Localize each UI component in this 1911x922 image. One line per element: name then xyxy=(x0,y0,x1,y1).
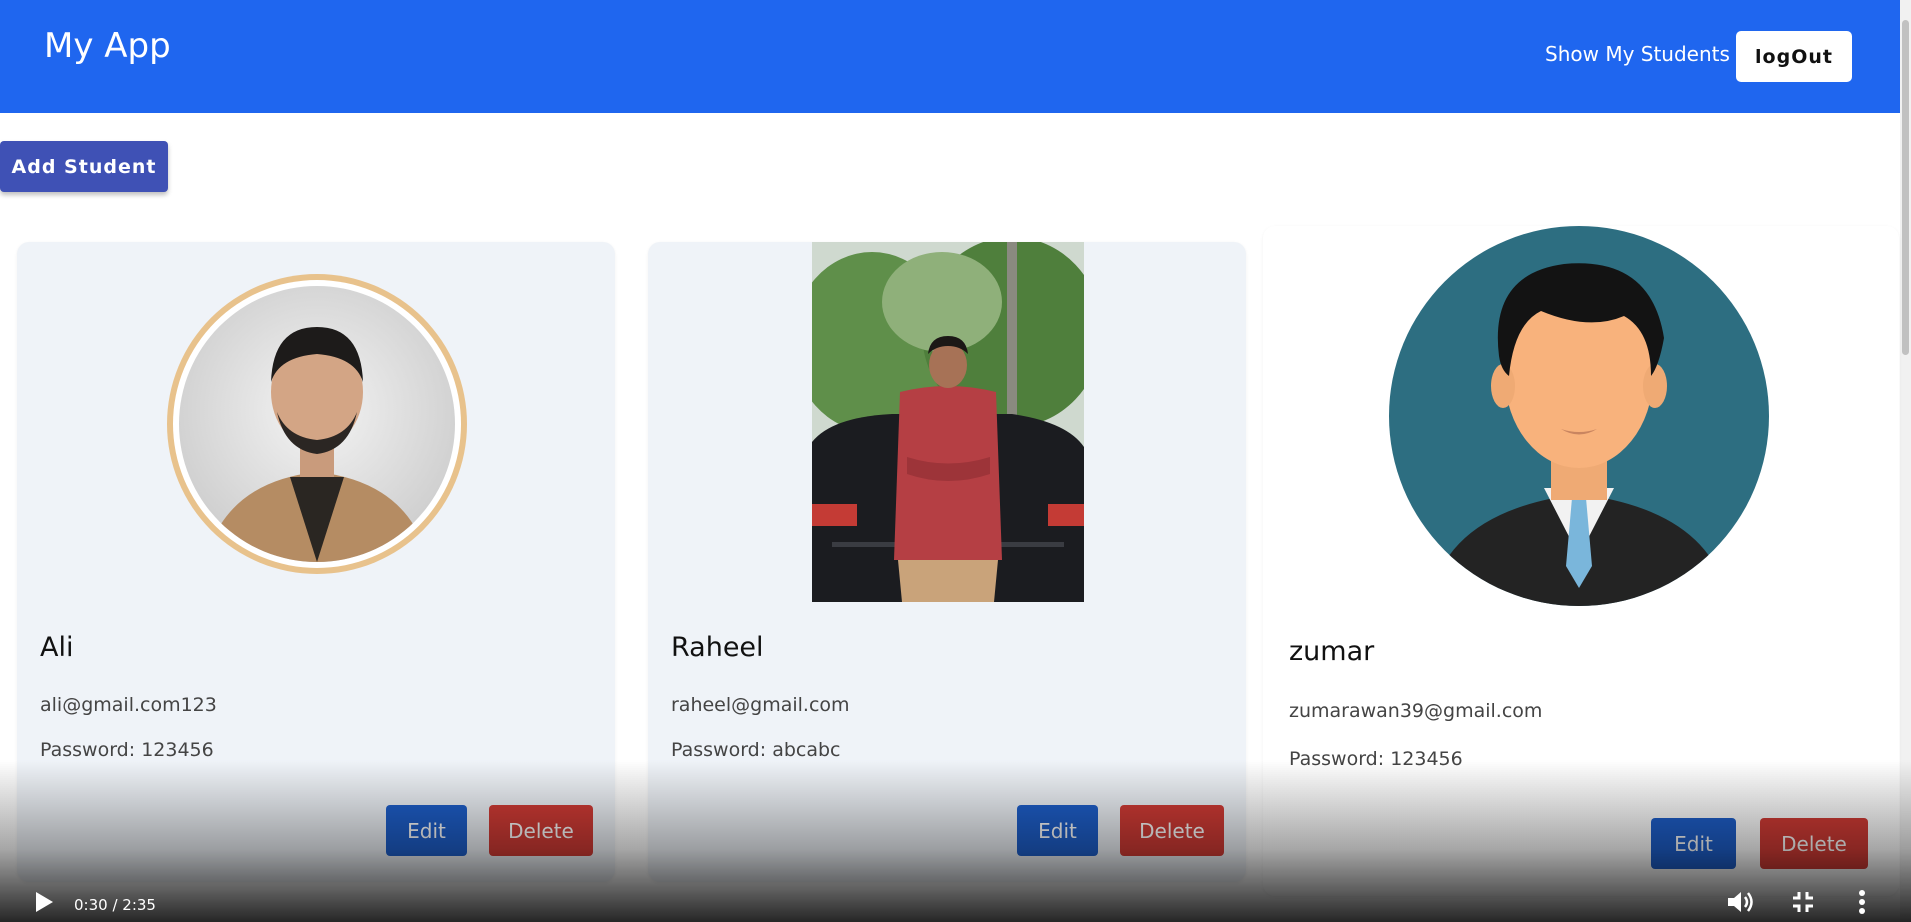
student-password: Password: 123456 xyxy=(40,739,214,761)
student-card: Raheel raheel@gmail.com Password: abcabc… xyxy=(648,242,1246,882)
delete-button[interactable]: Delete xyxy=(1120,805,1224,856)
logout-button[interactable]: logOut xyxy=(1736,31,1852,82)
delete-button[interactable]: Delete xyxy=(489,805,593,856)
app-title: My App xyxy=(44,26,171,66)
more-vert-icon[interactable] xyxy=(1858,889,1866,920)
scrollbar-thumb[interactable] xyxy=(1902,20,1909,355)
volume-icon[interactable] xyxy=(1726,889,1754,920)
student-password: Password: abcabc xyxy=(671,739,841,761)
student-avatar xyxy=(1389,226,1769,606)
play-icon[interactable] xyxy=(34,891,54,918)
student-name: Raheel xyxy=(671,632,764,663)
student-name: Ali xyxy=(40,632,74,663)
fullscreen-exit-icon[interactable] xyxy=(1792,891,1814,918)
student-card: zumar zumarawan39@gmail.com Password: 12… xyxy=(1263,226,1899,896)
student-password: Password: 123456 xyxy=(1289,748,1463,770)
student-email: ali@gmail.com123 xyxy=(40,694,217,716)
page-scrollbar[interactable] xyxy=(1900,0,1911,922)
edit-button[interactable]: Edit xyxy=(1017,805,1098,856)
show-my-students-link[interactable]: Show My Students xyxy=(1545,42,1730,66)
student-email: raheel@gmail.com xyxy=(671,694,850,716)
delete-button[interactable]: Delete xyxy=(1760,818,1868,869)
add-student-button[interactable]: Add Student xyxy=(0,141,168,192)
edit-button[interactable]: Edit xyxy=(386,805,467,856)
student-email: zumarawan39@gmail.com xyxy=(1289,700,1543,722)
student-avatar xyxy=(167,274,467,574)
app-bar: My App Show My Students logOut xyxy=(0,0,1900,113)
student-photo xyxy=(812,242,1084,602)
student-card: Ali ali@gmail.com123 Password: 123456 Ed… xyxy=(17,242,615,882)
student-name: zumar xyxy=(1289,636,1375,667)
video-controls: 0:30 / 2:35 xyxy=(0,880,1911,922)
video-time: 0:30 / 2:35 xyxy=(74,896,156,914)
edit-button[interactable]: Edit xyxy=(1651,818,1736,869)
